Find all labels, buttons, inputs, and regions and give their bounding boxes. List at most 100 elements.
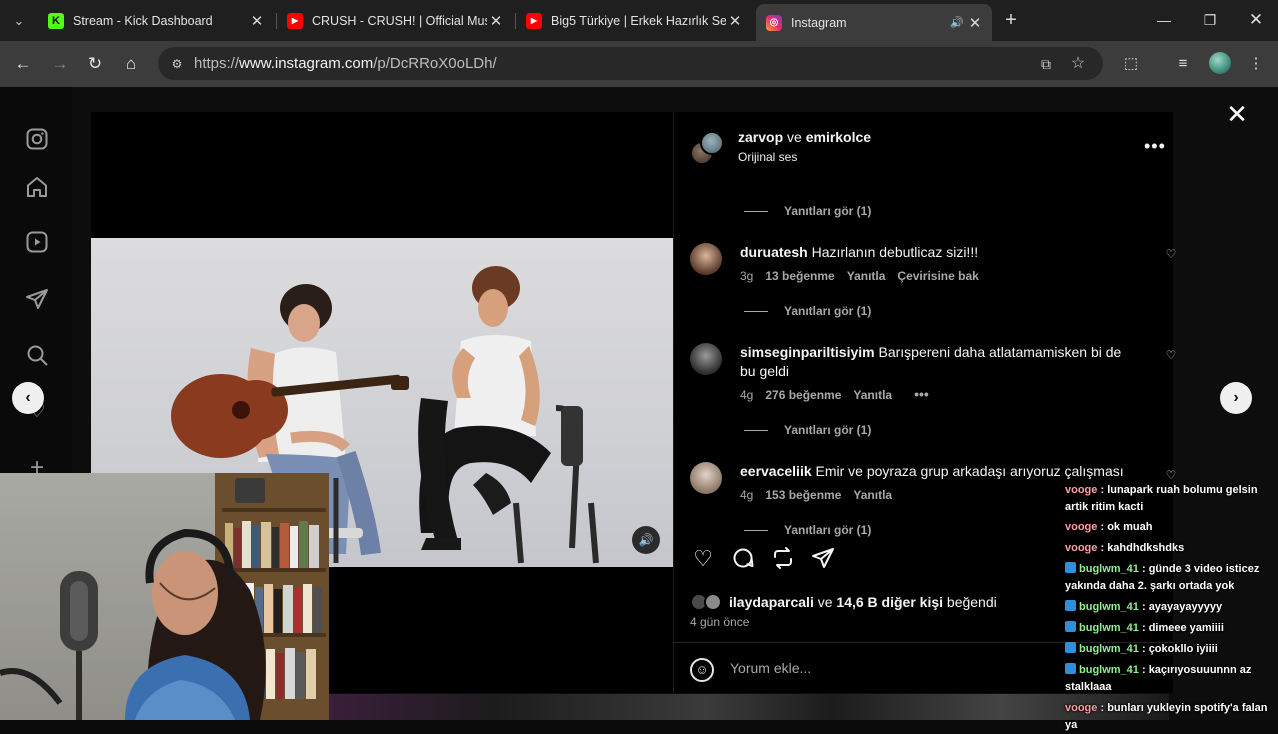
subscriber-badge-icon	[1065, 600, 1076, 611]
tab-close-icon[interactable]: ✕	[966, 14, 984, 32]
tab-kick-dashboard[interactable]: K Stream - Kick Dashboard ✕	[38, 6, 274, 35]
profile-avatar[interactable]	[1209, 52, 1231, 74]
close-post-icon[interactable]: ✕	[1224, 101, 1250, 127]
streamer-webcam	[0, 473, 329, 720]
author-name[interactable]: zarvop	[738, 129, 783, 145]
search-icon[interactable]	[24, 343, 50, 369]
emoji-icon[interactable]: ☺	[690, 658, 714, 682]
avatar[interactable]	[690, 343, 722, 375]
chat-message: buglwm_41 : günde 3 video isticez yakınd…	[1065, 562, 1260, 592]
subscriber-badge-icon	[1065, 562, 1076, 573]
more-options-icon[interactable]: •••	[1144, 136, 1166, 157]
divider	[744, 529, 768, 531]
share-icon[interactable]	[810, 546, 836, 572]
translate-button[interactable]: Çevirisine bak	[897, 269, 978, 283]
url-text[interactable]: https://www.instagram.com/p/DcRRoX0oLDh/	[194, 55, 497, 72]
tab-crush-music[interactable]: ▶ CRUSH - CRUSH! | Official Music ✕	[277, 6, 513, 35]
chat-username: vooge	[1065, 542, 1098, 554]
liked-by-user[interactable]: ilaydaparcali	[729, 594, 814, 610]
tab-instagram[interactable]: ◎ Instagram 🔊 ✕	[756, 4, 992, 41]
comment-time[interactable]: 4g	[740, 488, 753, 502]
view-replies-link[interactable]: Yanıtları gör (1)	[744, 523, 871, 537]
view-replies-link[interactable]: Yanıtları gör (1)	[744, 423, 871, 437]
previous-post-button[interactable]: ‹	[12, 382, 44, 414]
stream-chat-overlay: vooge : lunapark ruah bolumu gelsin arti…	[1063, 480, 1278, 731]
browser-toolbar: ← → ↻ ⌂ ⚙ https://www.instagram.com/p/Dc…	[0, 41, 1278, 87]
speaker-icon[interactable]: 🔊	[948, 16, 966, 29]
window-close-button[interactable]: ✕	[1243, 8, 1269, 32]
tab-title: Big5 Türkiye | Erkek Hazırlık Sez	[551, 13, 726, 28]
address-bar[interactable]: ⚙ https://www.instagram.com/p/DcRRoX0oLD…	[158, 47, 1103, 80]
chat-message: buglwm_41 : dimeee yamiiii	[1065, 620, 1277, 637]
reload-button[interactable]: ↻	[83, 52, 107, 76]
chat-text: ayayayayyyyy	[1148, 601, 1223, 613]
like-comment-heart-icon[interactable]: ♡	[1164, 348, 1178, 362]
comment-time[interactable]: 4g	[740, 388, 753, 402]
tab-search-icon[interactable]: ⌄	[8, 10, 30, 32]
tab-close-icon[interactable]: ✕	[726, 12, 744, 30]
post-authors[interactable]: zarvop ve emirkolce	[738, 129, 871, 145]
reply-button[interactable]: Yanıtla	[847, 269, 886, 283]
avatar[interactable]	[690, 243, 722, 275]
view-replies-link[interactable]: Yanıtları gör (1)	[744, 204, 871, 218]
liked-by[interactable]: ilaydaparcali ve 14,6 B diğer kişi beğen…	[690, 593, 997, 611]
back-button[interactable]: ←	[11, 52, 35, 76]
comment-username[interactable]: duruatesh	[740, 244, 808, 260]
comment-likes[interactable]: 13 beğenme	[765, 269, 834, 283]
chat-text: ok muah	[1107, 521, 1153, 533]
extensions-icon[interactable]: ⬚	[1119, 52, 1143, 76]
comment-item: duruatesh Hazırlanın debutlicaz sizi!!! …	[690, 243, 1176, 293]
new-tab-button[interactable]: +	[999, 8, 1023, 32]
comment-username[interactable]: eervaceliik	[740, 463, 812, 479]
view-replies-link[interactable]: Yanıtları gör (1)	[744, 304, 871, 318]
avatar	[700, 131, 724, 155]
home-button[interactable]: ⌂	[119, 52, 143, 76]
bookmark-star-icon[interactable]: ☆	[1067, 53, 1089, 75]
tab-close-icon[interactable]: ✕	[248, 12, 266, 30]
reply-button[interactable]: Yanıtla	[853, 488, 892, 502]
instagram-logo-icon[interactable]	[24, 127, 50, 153]
chat-username: vooge	[1065, 484, 1098, 496]
comment-username[interactable]: simseginpariltisiyim	[740, 344, 875, 360]
liked-suffix: beğendi	[946, 594, 997, 610]
minimize-button[interactable]: —	[1151, 8, 1177, 32]
install-app-icon[interactable]: ⧉	[1035, 53, 1057, 75]
comment-likes[interactable]: 153 beğenme	[765, 488, 841, 502]
home-icon[interactable]	[24, 175, 50, 201]
post-author-avatars[interactable]	[690, 131, 724, 165]
restore-button[interactable]: ❐	[1197, 8, 1223, 32]
messages-icon[interactable]	[24, 287, 50, 313]
comment-more-icon[interactable]: •••	[914, 387, 929, 402]
like-comment-heart-icon[interactable]: ♡	[1164, 247, 1178, 261]
next-post-button[interactable]: ›	[1220, 382, 1252, 414]
chat-username: buglwm_41	[1079, 643, 1139, 655]
comment-text: Hazırlanın debutlicaz sizi!!!	[811, 244, 979, 260]
webcam-illustration	[0, 473, 329, 720]
audio-label[interactable]: Orijinal ses	[738, 150, 797, 164]
comment-input[interactable]: Yorum ekle...	[730, 660, 811, 676]
chrome-menu-icon[interactable]: ⋮	[1244, 52, 1268, 76]
like-heart-icon[interactable]: ♡	[690, 546, 716, 572]
post-date[interactable]: 4 gün önce	[690, 615, 749, 629]
tab-close-icon[interactable]: ✕	[487, 12, 505, 30]
site-info-icon[interactable]: ⚙	[166, 53, 188, 75]
liked-by-others[interactable]: 14,6 B diğer kişi	[836, 594, 943, 610]
comment-icon[interactable]	[730, 546, 756, 572]
comment-likes[interactable]: 276 beğenme	[765, 388, 841, 402]
forward-button[interactable]: →	[48, 52, 72, 76]
comment-meta: 3g 13 beğenme Yanıtla Çevirisine bak	[740, 269, 979, 283]
reply-button[interactable]: Yanıtla	[853, 388, 892, 402]
repost-icon[interactable]	[770, 546, 796, 572]
comment-time[interactable]: 3g	[740, 269, 753, 283]
subscriber-badge-icon	[1065, 663, 1076, 674]
reels-icon[interactable]	[24, 230, 50, 256]
post-actions: ♡	[690, 546, 890, 576]
tab-big5-turkiye[interactable]: ▶ Big5 Türkiye | Erkek Hazırlık Sez ✕	[516, 6, 752, 35]
media-controls-icon[interactable]: ≡	[1171, 52, 1195, 76]
comment-item: simseginpariltisiyim Barışpereni daha at…	[690, 343, 1176, 405]
author-name[interactable]: emirkolce	[806, 129, 871, 145]
divider	[744, 210, 768, 212]
avatar[interactable]	[690, 462, 722, 494]
volume-icon[interactable]: 🔊	[632, 526, 660, 554]
chat-text: dimeee yamiiii	[1148, 622, 1224, 634]
